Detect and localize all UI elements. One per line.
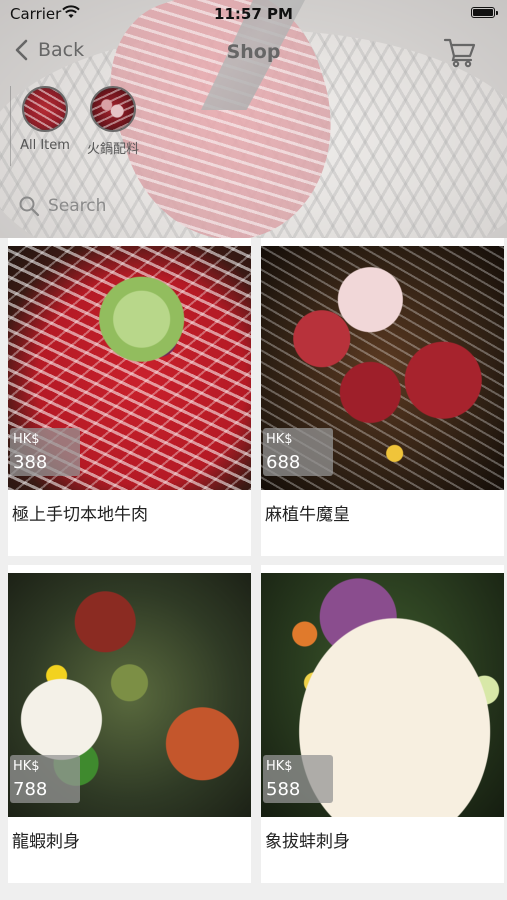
price-badge: HK$ 388: [10, 428, 80, 476]
price-currency: HK$: [266, 432, 293, 447]
product-card[interactable]: HK$ 788 龍蝦刺身: [8, 565, 251, 883]
price-value: 388: [13, 452, 48, 473]
product-card[interactable]: HK$ 388 極上手切本地牛肉: [8, 238, 251, 556]
product-name: 麻植牛魔皇: [265, 505, 350, 525]
header-banner: Carrier 11:57 PM Back Shop All Item 火鍋配料…: [0, 0, 507, 238]
price-currency: HK$: [13, 759, 40, 774]
category-label: All Item: [20, 138, 70, 153]
price-currency: HK$: [13, 432, 40, 447]
product-name: 龍蝦刺身: [12, 832, 80, 852]
price-badge: HK$ 688: [263, 428, 333, 476]
category-thumbnail: [90, 86, 136, 132]
product-name: 象拔蚌刺身: [265, 832, 350, 852]
price-value: 688: [266, 452, 301, 473]
clock: 11:57 PM: [214, 5, 293, 23]
product-grid: HK$ 388 極上手切本地牛肉 HK$ 688 麻植牛魔皇 HK$ 788 龍…: [0, 238, 507, 900]
category-thumbnail: [22, 86, 68, 132]
page-title: Shop: [226, 41, 281, 63]
price-currency: HK$: [266, 759, 293, 774]
price-value: 788: [13, 779, 48, 800]
product-card[interactable]: HK$ 688 麻植牛魔皇: [261, 238, 504, 556]
price-badge: HK$ 788: [10, 755, 80, 803]
price-value: 588: [266, 779, 301, 800]
category-hotpot-ingredients[interactable]: 火鍋配料: [78, 86, 148, 157]
cart-icon[interactable]: [443, 36, 477, 68]
category-label: 火鍋配料: [86, 142, 139, 157]
price-badge: HK$ 588: [263, 755, 333, 803]
search-icon: [19, 196, 40, 217]
nav-bar: Back Shop: [0, 30, 507, 76]
category-all-item[interactable]: All Item: [10, 86, 80, 153]
search-placeholder: Search: [48, 196, 107, 216]
category-bar: All Item 火鍋配料: [0, 86, 507, 172]
battery-icon: [471, 7, 498, 18]
product-name: 極上手切本地牛肉: [12, 505, 148, 525]
search-input[interactable]: Search: [18, 190, 488, 222]
status-bar: Carrier 11:57 PM: [0, 0, 507, 28]
product-card[interactable]: HK$ 588 象拔蚌刺身: [261, 565, 504, 883]
